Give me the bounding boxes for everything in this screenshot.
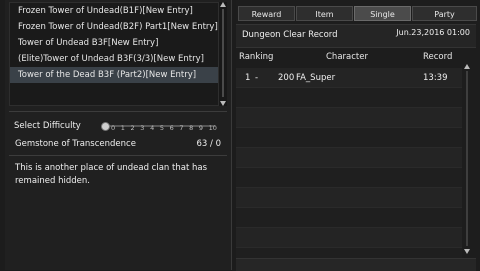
scroll-up-icon[interactable] xyxy=(220,2,226,7)
slider-tick: 0 xyxy=(111,124,116,132)
record-panel: Reward Item Single Party Dungeon Clear R… xyxy=(236,0,480,271)
slider-knob[interactable] xyxy=(101,122,110,131)
scroll-track[interactable] xyxy=(222,9,224,97)
record-table: 1 - 200 FA_Super 13:39 xyxy=(236,68,462,268)
scroll-up-icon[interactable] xyxy=(464,64,470,69)
gemstone-row: Gemstone of Transcendence 63 / 0 xyxy=(9,137,227,151)
rank-dash: - xyxy=(255,73,259,83)
rank-cell: 1 xyxy=(245,73,251,83)
dungeon-list-item[interactable]: Tower of Undead B3F[New Entry] xyxy=(10,35,218,51)
dungeon-list-item-selected[interactable]: Tower of the Dead B3F (Part2)[New Entry] xyxy=(10,67,218,83)
character-cell: FA_Super xyxy=(296,73,336,83)
record-column-headers: Ranking Character Record xyxy=(236,50,462,65)
slider-tick: 7 xyxy=(179,124,184,132)
table-row xyxy=(236,168,462,188)
slider-tick: 9 xyxy=(198,124,204,132)
scroll-down-icon[interactable] xyxy=(464,249,470,254)
dungeon-list-scrollbar[interactable] xyxy=(219,2,227,106)
slider-tick: 2 xyxy=(130,124,135,132)
record-date: Jun.23,2016 01:00 xyxy=(396,28,470,37)
tab-item[interactable]: Item xyxy=(296,6,353,21)
dungeon-list-item[interactable]: (Elite)Tower of Undead B3F(3/3)[New Entr… xyxy=(10,51,218,67)
record-header: Dungeon Clear Record Jun.23,2016 01:00 xyxy=(236,24,476,48)
tab-bar: Reward Item Single Party xyxy=(238,6,478,22)
column-header-character: Character xyxy=(326,52,368,62)
gemstone-name: Gemstone of Transcendence xyxy=(15,139,136,149)
record-title: Dungeon Clear Record xyxy=(242,30,338,40)
record-scrollbar[interactable] xyxy=(462,64,472,254)
gemstone-count: 63 / 0 xyxy=(196,139,222,149)
slider-tick: 8 xyxy=(189,124,194,132)
dungeon-list: Frozen Tower of Undead(B1F)[New Entry] F… xyxy=(9,2,219,106)
slider-tick: 1 xyxy=(120,124,125,132)
difficulty-slider[interactable]: 0 1 2 3 4 5 6 7 8 9 10 xyxy=(101,121,219,135)
difficulty-label: Select Difficulty xyxy=(14,121,81,131)
divider xyxy=(9,111,227,112)
table-row[interactable]: 1 - 200 FA_Super 13:39 xyxy=(236,68,462,88)
column-header-record: Record xyxy=(423,52,453,62)
tab-reward[interactable]: Reward xyxy=(238,6,295,21)
slider-tick: 6 xyxy=(169,124,174,132)
slider-tick: 3 xyxy=(140,124,145,132)
record-time-cell: 13:39 xyxy=(423,73,448,83)
table-row xyxy=(236,88,462,108)
scroll-down-icon[interactable] xyxy=(220,101,226,106)
divider xyxy=(9,155,227,156)
tab-single[interactable]: Single xyxy=(354,6,411,21)
dungeon-panel: Frozen Tower of Undead(B1F)[New Entry] F… xyxy=(5,0,232,270)
table-row xyxy=(236,148,462,168)
table-row xyxy=(236,228,462,248)
record-footer xyxy=(236,258,476,271)
scroll-track[interactable] xyxy=(466,71,468,246)
slider-tick-labels: 0 1 2 3 4 5 6 7 8 9 10 xyxy=(111,124,217,132)
column-header-ranking: Ranking xyxy=(239,52,274,62)
slider-tick: 5 xyxy=(159,124,164,132)
dungeon-description: This is another place of undead clan tha… xyxy=(15,163,207,186)
slider-tick: 4 xyxy=(150,124,155,132)
dungeon-list-item[interactable]: Frozen Tower of Undead(B2F) Part1[New En… xyxy=(10,19,218,35)
level-cell: 200 xyxy=(278,73,295,83)
table-row xyxy=(236,128,462,148)
slider-tick: 10 xyxy=(208,124,217,132)
tab-party[interactable]: Party xyxy=(412,6,477,21)
table-row xyxy=(236,208,462,228)
dungeon-list-item[interactable]: Frozen Tower of Undead(B1F)[New Entry] xyxy=(10,3,218,19)
table-row xyxy=(236,188,462,208)
table-row xyxy=(236,108,462,128)
